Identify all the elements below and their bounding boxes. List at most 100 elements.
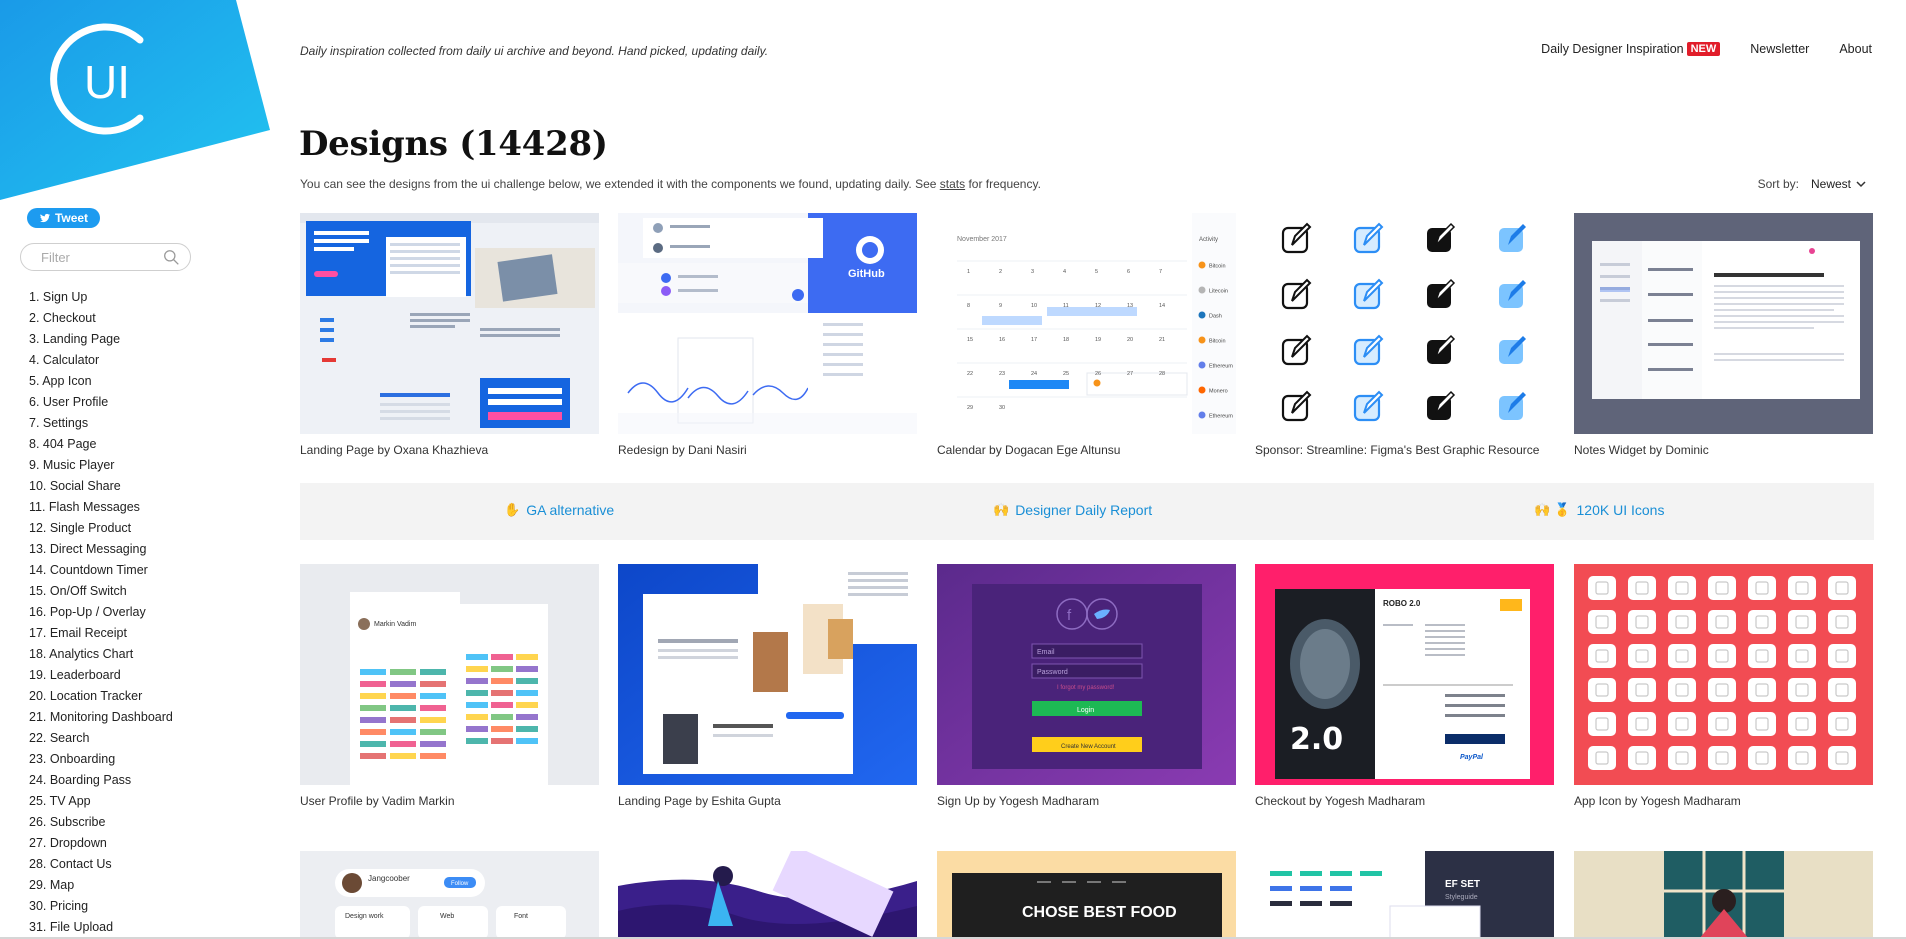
promo-label: 120K UI Icons [1576,502,1665,518]
challenge-item[interactable]: 21. Monitoring Dashboard [29,707,173,728]
design-card[interactable]: Markin Vadim User Profile by Vadim Marki… [300,564,599,808]
design-card[interactable]: GitHub Redesign by Dani Nasiri [618,213,917,457]
design-caption[interactable]: Notes Widget by Dominic [1574,443,1873,457]
calendar-month: November 2017 [957,236,1007,243]
challenge-item[interactable]: 18. Analytics Chart [29,644,173,665]
design-caption[interactable]: Landing Page by Oxana Khazhieva [300,443,599,457]
design-caption[interactable]: Calendar by Dogacan Ege Altunsu [937,443,1236,457]
challenge-item[interactable]: 20. Location Tracker [29,686,173,707]
chevron-down-icon [1856,180,1866,187]
challenge-item[interactable]: 15. On/Off Switch [29,581,173,602]
challenge-item[interactable]: 2. Checkout [29,308,173,329]
design-thumbnail[interactable]: GitHub [618,213,917,434]
nav-about[interactable]: About [1839,42,1872,56]
app-icon [1708,746,1736,770]
challenge-item[interactable]: 25. TV App [29,791,173,812]
challenge-item[interactable]: 17. Email Receipt [29,623,173,644]
challenge-item[interactable]: 30. Pricing [29,896,173,917]
design-card[interactable]: November 2017 Activity 1 2 3 4 5 6 7 8 9 10 11 12 13… [937,213,1236,457]
app-icon [1628,678,1656,702]
promo-ga-alternative[interactable]: ✋ GA alternative [504,502,614,518]
design-card[interactable]: CHOSE BEST FOOD [937,851,1236,939]
design-caption[interactable]: Sign Up by Yogesh Madharam [937,794,1236,808]
design-card[interactable]: EF SET Styleguide [1255,851,1554,939]
promo-ui-icons[interactable]: 🙌 🥇 120K UI Icons [1534,502,1664,518]
challenge-item[interactable]: 13. Direct Messaging [29,539,173,560]
challenge-item[interactable]: 8. 404 Page [29,434,173,455]
challenge-item[interactable]: 9. Music Player [29,455,173,476]
design-thumbnail[interactable] [1255,213,1554,434]
challenge-item[interactable]: 31. File Upload [29,917,173,938]
challenge-item[interactable]: 23. Onboarding [29,749,173,770]
search-icon[interactable] [163,249,180,266]
new-badge: NEW [1686,42,1721,56]
challenge-item[interactable]: 16. Pop-Up / Overlay [29,602,173,623]
challenge-item[interactable]: 28. Contact Us [29,854,173,875]
design-card[interactable]: Notes Widget by Dominic [1574,213,1873,457]
design-card[interactable]: 2.0 ROBO 2.0 PayPal Checkout by Yogesh M… [1255,564,1554,808]
svg-text:18: 18 [1063,337,1069,343]
design-caption[interactable]: Checkout by Yogesh Madharam [1255,794,1554,808]
filter-input[interactable] [21,244,161,270]
design-caption[interactable]: App Icon by Yogesh Madharam [1574,794,1873,808]
design-card[interactable]: f Email Password I forgot my password! L… [937,564,1236,808]
promo-designer-daily-report[interactable]: 🙌 Designer Daily Report [993,502,1152,518]
design-card[interactable]: Jangcoober Follow Design work Web Font [300,851,599,939]
edit-icon [1427,334,1456,364]
design-caption[interactable]: User Profile by Vadim Markin [300,794,599,808]
challenge-item[interactable]: 4. Calculator [29,350,173,371]
medal-emoji-icon: 🙌 🥇 [1534,502,1571,518]
design-thumbnail[interactable]: f Email Password I forgot my password! L… [937,564,1236,785]
challenge-item[interactable]: 24. Boarding Pass [29,770,173,791]
coin-icon [1198,311,1206,319]
design-thumbnail[interactable]: November 2017 Activity 1 2 3 4 5 6 7 8 9 10 11 12 13… [937,213,1236,434]
app-icon [1588,610,1616,634]
svg-text:11: 11 [1063,303,1069,309]
stats-link[interactable]: stats [940,177,965,191]
svg-text:12: 12 [1095,303,1101,309]
coin-icon [1198,286,1206,294]
coin-label: Ethereum [1209,414,1233,420]
app-icon [1748,712,1776,736]
challenge-item[interactable]: 5. App Icon [29,371,173,392]
design-card[interactable] [1574,851,1873,939]
design-thumbnail[interactable] [618,564,917,785]
nav-daily-designer-inspiration[interactable]: Daily Designer Inspiration NEW [1541,42,1721,56]
coin-icon [1198,336,1206,344]
design-thumbnail[interactable] [1574,564,1873,785]
app-icon [1788,644,1816,668]
challenge-item[interactable]: 7. Settings [29,413,173,434]
design-caption[interactable]: Sponsor: Streamline: Figma's Best Graphi… [1255,443,1554,457]
design-thumbnail[interactable] [300,213,599,434]
design-card[interactable]: Landing Page by Oxana Khazhieva [300,213,599,457]
challenge-item[interactable]: 27. Dropdown [29,833,173,854]
challenge-item[interactable]: 1. Sign Up [29,287,173,308]
challenge-item[interactable]: 19. Leaderboard [29,665,173,686]
challenge-item[interactable]: 3. Landing Page [29,329,173,350]
challenge-item[interactable]: 10. Social Share [29,476,173,497]
tweet-button[interactable]: Tweet [27,208,100,228]
svg-text:21: 21 [1159,337,1165,343]
design-caption[interactable]: Redesign by Dani Nasiri [618,443,917,457]
promo-label: Designer Daily Report [1015,502,1153,518]
nav-newsletter[interactable]: Newsletter [1750,42,1809,56]
challenge-item[interactable]: 14. Countdown Timer [29,560,173,581]
challenge-item[interactable]: 11. Flash Messages [29,497,173,518]
design-caption[interactable]: Landing Page by Eshita Gupta [618,794,917,808]
challenge-item[interactable]: 12. Single Product [29,518,173,539]
challenge-item[interactable]: 22. Search [29,728,173,749]
sort-dropdown[interactable]: Newest [1811,177,1866,191]
sponsor-card[interactable]: Sponsor: Streamline: Figma's Best Graphi… [1255,213,1554,457]
design-thumbnail[interactable]: 2.0 ROBO 2.0 PayPal [1255,564,1554,785]
site-logo[interactable]: UI [0,0,270,205]
design-card[interactable]: App Icon by Yogesh Madharam [1574,564,1873,808]
design-card[interactable]: Landing Page by Eshita Gupta [618,564,917,808]
challenge-item[interactable]: 26. Subscribe [29,812,173,833]
challenge-item[interactable]: 6. User Profile [29,392,173,413]
app-icon [1588,678,1616,702]
edit-icon [1353,278,1384,310]
design-thumbnail[interactable] [1574,213,1873,434]
design-thumbnail[interactable]: Markin Vadim [300,564,599,785]
challenge-item[interactable]: 29. Map [29,875,173,896]
design-card[interactable] [618,851,917,939]
